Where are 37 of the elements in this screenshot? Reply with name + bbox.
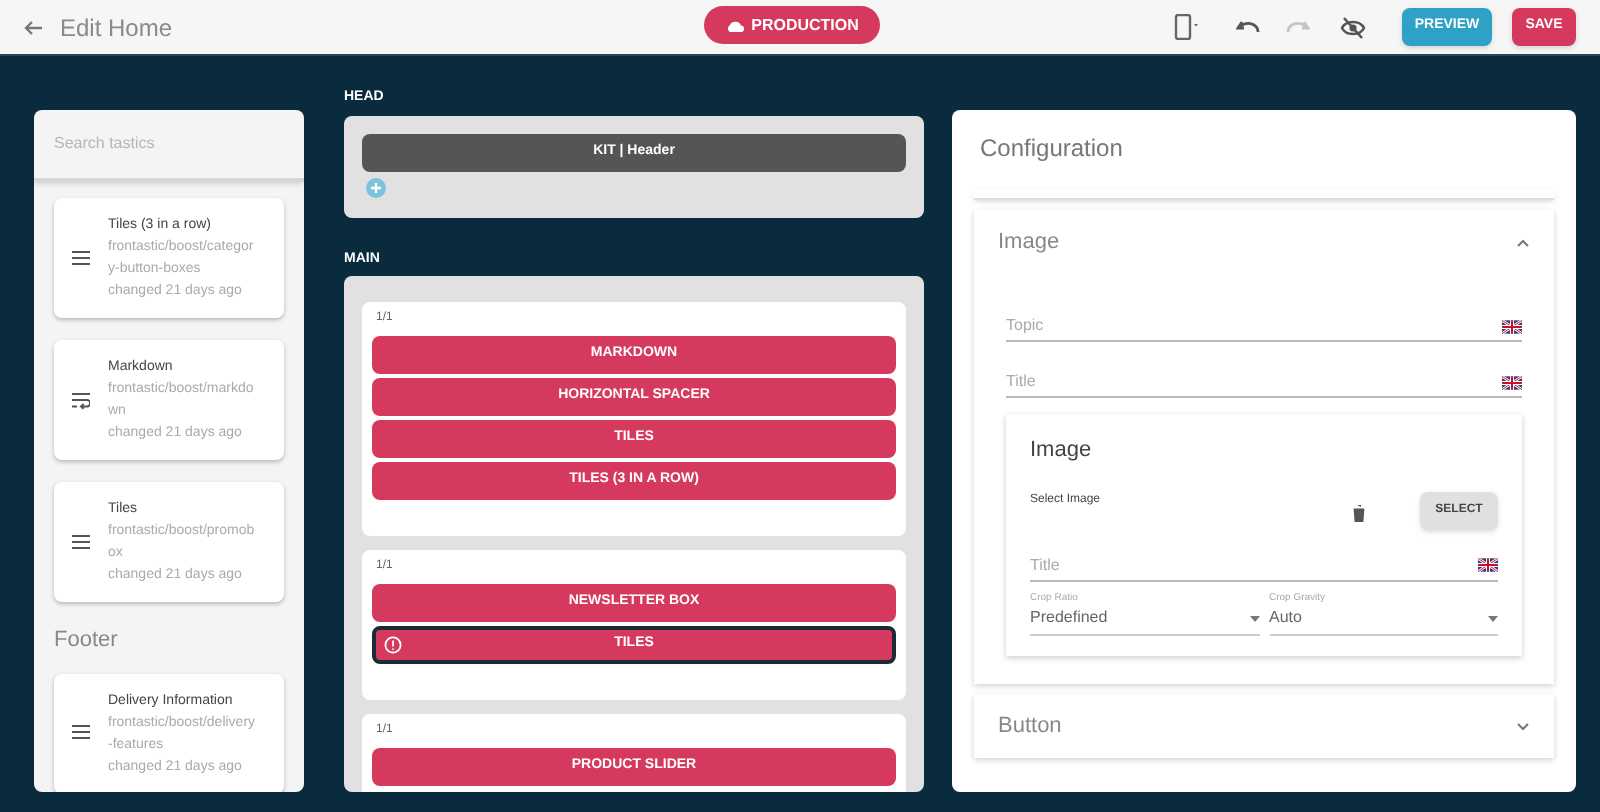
section-title: Button [998, 711, 1062, 742]
section-header[interactable]: Button [998, 694, 1530, 758]
section-header[interactable]: Image [998, 210, 1530, 274]
search-field[interactable]: Search tastics [54, 132, 284, 156]
uk-flag-icon [1502, 375, 1522, 389]
uk-flag-icon [1478, 558, 1498, 572]
card-title: Image [1030, 436, 1094, 466]
section-title: Image [998, 227, 1060, 258]
cloud-icon [725, 19, 744, 31]
chevron-up-icon[interactable] [1516, 237, 1530, 247]
dropdown-caret-icon [1249, 615, 1259, 621]
redo-icon [1286, 18, 1310, 36]
undo-icon [1236, 18, 1260, 36]
group-heading: Footer [54, 626, 120, 656]
text-field[interactable]: Topic [1006, 314, 1502, 338]
dropdown-value: Predefined [1030, 606, 1108, 630]
warning-icon [384, 636, 402, 654]
menu-lines-icon [72, 724, 90, 742]
text-wrap-icon [72, 391, 90, 409]
trash-icon[interactable] [1352, 503, 1366, 521]
dropdown-caret-icon [1488, 615, 1498, 621]
environment-button[interactable]: PRODUCTION [704, 6, 880, 44]
device-button[interactable] [1174, 14, 1200, 40]
uk-flag-icon [1502, 319, 1522, 333]
panel-title: Configuration [978, 132, 1125, 166]
text-field[interactable]: Title [1006, 370, 1502, 394]
back-button[interactable]: Edit Home [24, 9, 173, 45]
hidden-eye-icon [1340, 15, 1366, 39]
menu-lines-icon [72, 249, 90, 267]
undo-button[interactable] [1236, 18, 1260, 36]
text-field[interactable]: Title [1030, 553, 1478, 577]
phone-icon [1174, 14, 1200, 40]
chevron-down-icon[interactable] [1516, 721, 1530, 731]
dropdown-value: Auto [1269, 606, 1302, 630]
back-arrow-icon [24, 19, 44, 35]
menu-lines-icon [72, 533, 90, 551]
hide-button[interactable] [1340, 15, 1366, 39]
